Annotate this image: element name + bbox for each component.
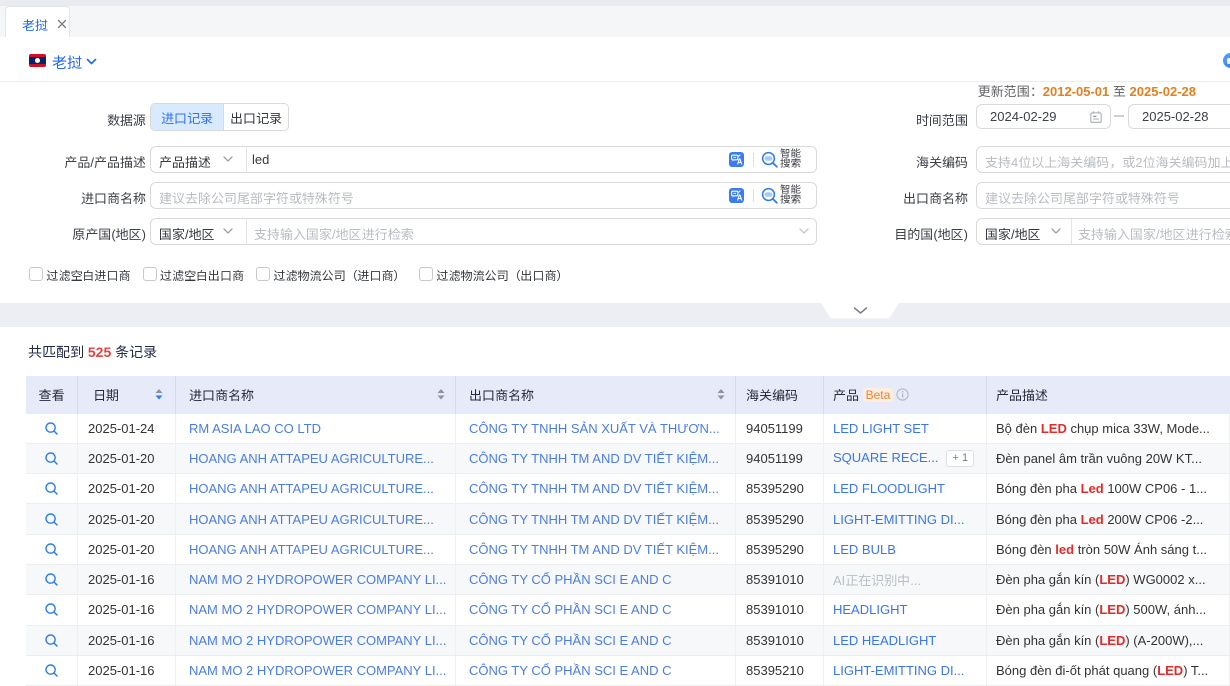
svg-text:A: A	[737, 157, 743, 166]
svg-text:A: A	[737, 193, 743, 202]
